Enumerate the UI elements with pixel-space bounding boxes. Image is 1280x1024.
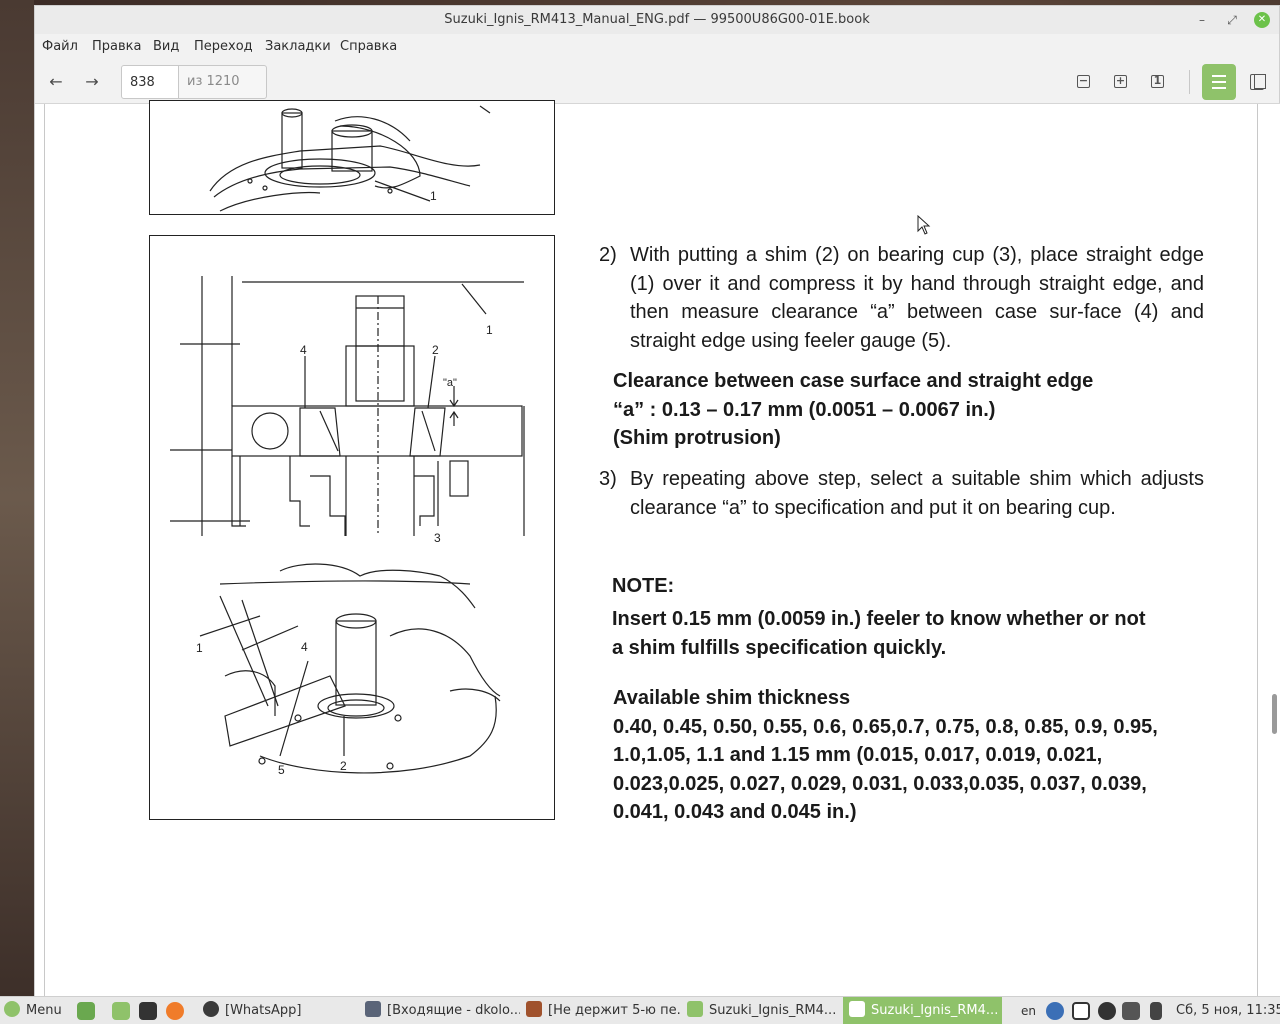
menu-go[interactable]: Переход xyxy=(194,39,253,54)
shim-title: Available shim thickness xyxy=(613,687,851,709)
taskbar-window-mail[interactable]: [Входящие - dkolo... xyxy=(365,997,520,1024)
menu-view[interactable]: Вид xyxy=(153,39,179,54)
browser-icon xyxy=(526,1001,542,1017)
figure-label-4: 4 xyxy=(300,343,307,357)
page-edge-right xyxy=(1257,104,1258,998)
zoom-actual-size-icon[interactable]: 1 xyxy=(1151,75,1164,88)
zoom-in-icon[interactable]: + xyxy=(1114,75,1127,88)
step-3: 3) By repeating above step, select a sui… xyxy=(599,465,1204,553)
whatsapp-tray-icon[interactable] xyxy=(1098,1002,1116,1020)
volume-icon[interactable] xyxy=(1122,1002,1140,1020)
taskbar-window-whatsapp[interactable]: [WhatsApp] xyxy=(203,997,353,1024)
pdf-viewer-window: Suzuki_Ignis_RM413_Manual_ENG.pdf — 9950… xyxy=(34,5,1280,998)
whatsapp-icon xyxy=(203,1001,219,1017)
desktop-background xyxy=(0,0,34,996)
taskbar-window-viewer[interactable]: Suzuki_Ignis_RM4... xyxy=(843,997,1002,1024)
figure-top-label-1: 1 xyxy=(430,189,437,203)
shim-line-2: 1.0,1.05, 1.1 and 1.15 mm (0.015, 0.017,… xyxy=(613,744,1103,766)
figure-top-drawing: 1 xyxy=(209,105,491,212)
taskbar-window-browser[interactable]: [Не держит 5-ю пе... xyxy=(526,997,681,1024)
keyboard-layout-indicator[interactable]: en xyxy=(1021,997,1036,1024)
continuous-mode-button[interactable] xyxy=(1202,64,1236,100)
figure-label-1b: 1 xyxy=(196,641,203,655)
clock[interactable]: Сб, 5 ноя, 11:35 xyxy=(1176,997,1280,1024)
spec-line-2: “a” : 0.13 – 0.17 mm (0.0051 – 0.0067 in… xyxy=(613,399,996,421)
note-title: NOTE: xyxy=(612,575,675,597)
figure-label-5: 5 xyxy=(278,763,285,777)
firefox-launcher-icon[interactable] xyxy=(166,1002,184,1020)
step-3-text: By repeating above step, select a suitab… xyxy=(630,468,1204,519)
step-2-number: 2) xyxy=(599,244,617,266)
step-2: 2) With putting a shim (2) on bearing cu… xyxy=(599,241,1204,357)
menu-file[interactable]: Файл xyxy=(42,39,78,54)
terminal-launcher-icon[interactable] xyxy=(139,1002,157,1020)
shield-icon[interactable] xyxy=(1046,1002,1064,1020)
folder-icon xyxy=(687,1001,703,1017)
figure-label-1: 1 xyxy=(486,323,493,337)
page-total-label: из 1210 xyxy=(178,65,267,99)
step-3-number: 3) xyxy=(599,468,617,490)
figure-label-2: 2 xyxy=(432,343,439,357)
clipboard-icon[interactable] xyxy=(1072,1002,1090,1020)
document-icon xyxy=(849,1001,865,1017)
show-desktop-icon[interactable] xyxy=(77,1002,95,1020)
back-arrow-icon[interactable]: ← xyxy=(43,69,69,95)
minimize-button[interactable]: – xyxy=(1194,12,1210,28)
mint-logo-icon xyxy=(4,1001,20,1017)
close-button[interactable]: ✕ xyxy=(1254,12,1270,28)
mouse-pointer-icon xyxy=(917,215,931,235)
note-line-1: Insert 0.15 mm (0.0059 in.) feeler to kn… xyxy=(612,608,1146,630)
figure-label-a: "a" xyxy=(443,377,457,389)
page-number-input[interactable] xyxy=(121,65,179,99)
shim-line-3: 0.023,0.025, 0.027, 0.029, 0.031, 0.033,… xyxy=(613,773,1147,795)
mail-icon xyxy=(365,1001,381,1017)
shim-line-1: 0.40, 0.45, 0.50, 0.55, 0.6, 0.65,0.7, 0… xyxy=(613,716,1158,738)
menu-edit[interactable]: Правка xyxy=(92,39,141,54)
window-title: Suzuki_Ignis_RM413_Manual_ENG.pdf — 9950… xyxy=(444,12,870,27)
figure-label-3: 3 xyxy=(434,531,441,545)
figure-top: 1 xyxy=(149,100,555,215)
taskbar-window-folder[interactable]: Suzuki_Ignis_RM4... xyxy=(687,997,842,1024)
figure-main: 1 2 3 4 "a" 1 4 5 2 xyxy=(149,235,555,820)
toolbar: ← → из 1210 − + 1 xyxy=(35,62,1279,102)
maximize-button[interactable]: ⤢ xyxy=(1224,12,1240,28)
battery-icon[interactable] xyxy=(1150,1002,1162,1020)
sidebar-toggle-icon[interactable] xyxy=(1250,74,1266,90)
figure-label-2b: 2 xyxy=(340,759,347,773)
taskbar-menu-button[interactable]: Menu xyxy=(4,997,62,1024)
document-view[interactable]: 1 1 2 3 4 "a" 1 4 5 2 2) With putting a … xyxy=(35,100,1280,998)
toolbar-separator xyxy=(1189,70,1190,94)
spec-line-3: (Shim protrusion) xyxy=(613,427,781,449)
forward-arrow-icon[interactable]: → xyxy=(79,69,105,95)
figure-main-drawing: 1 2 3 4 "a" 1 4 5 2 xyxy=(170,276,525,777)
scrollbar-thumb[interactable] xyxy=(1272,694,1277,734)
figure-label-4b: 4 xyxy=(301,640,308,654)
menu-help[interactable]: Справка xyxy=(340,39,397,54)
menu-bar: Файл Правка Вид Переход Закладки Справка xyxy=(35,36,1279,58)
taskbar: Menu [WhatsApp] [Входящие - dkolo... [Не… xyxy=(0,996,1280,1024)
step-2-text: With putting a shim (2) on bearing cup (… xyxy=(630,244,1204,352)
spec-line-1: Clearance between case surface and strai… xyxy=(613,370,1094,392)
files-launcher-icon[interactable] xyxy=(112,1002,130,1020)
zoom-out-icon[interactable]: − xyxy=(1077,75,1090,88)
page-edge-left xyxy=(44,104,45,998)
note-line-2: a shim fulfills specification quickly. xyxy=(612,637,947,659)
title-bar[interactable]: Suzuki_Ignis_RM413_Manual_ENG.pdf — 9950… xyxy=(35,6,1279,34)
menu-bookmarks[interactable]: Закладки xyxy=(265,39,331,54)
shim-line-4: 0.041, 0.043 and 0.045 in.) xyxy=(613,801,857,823)
